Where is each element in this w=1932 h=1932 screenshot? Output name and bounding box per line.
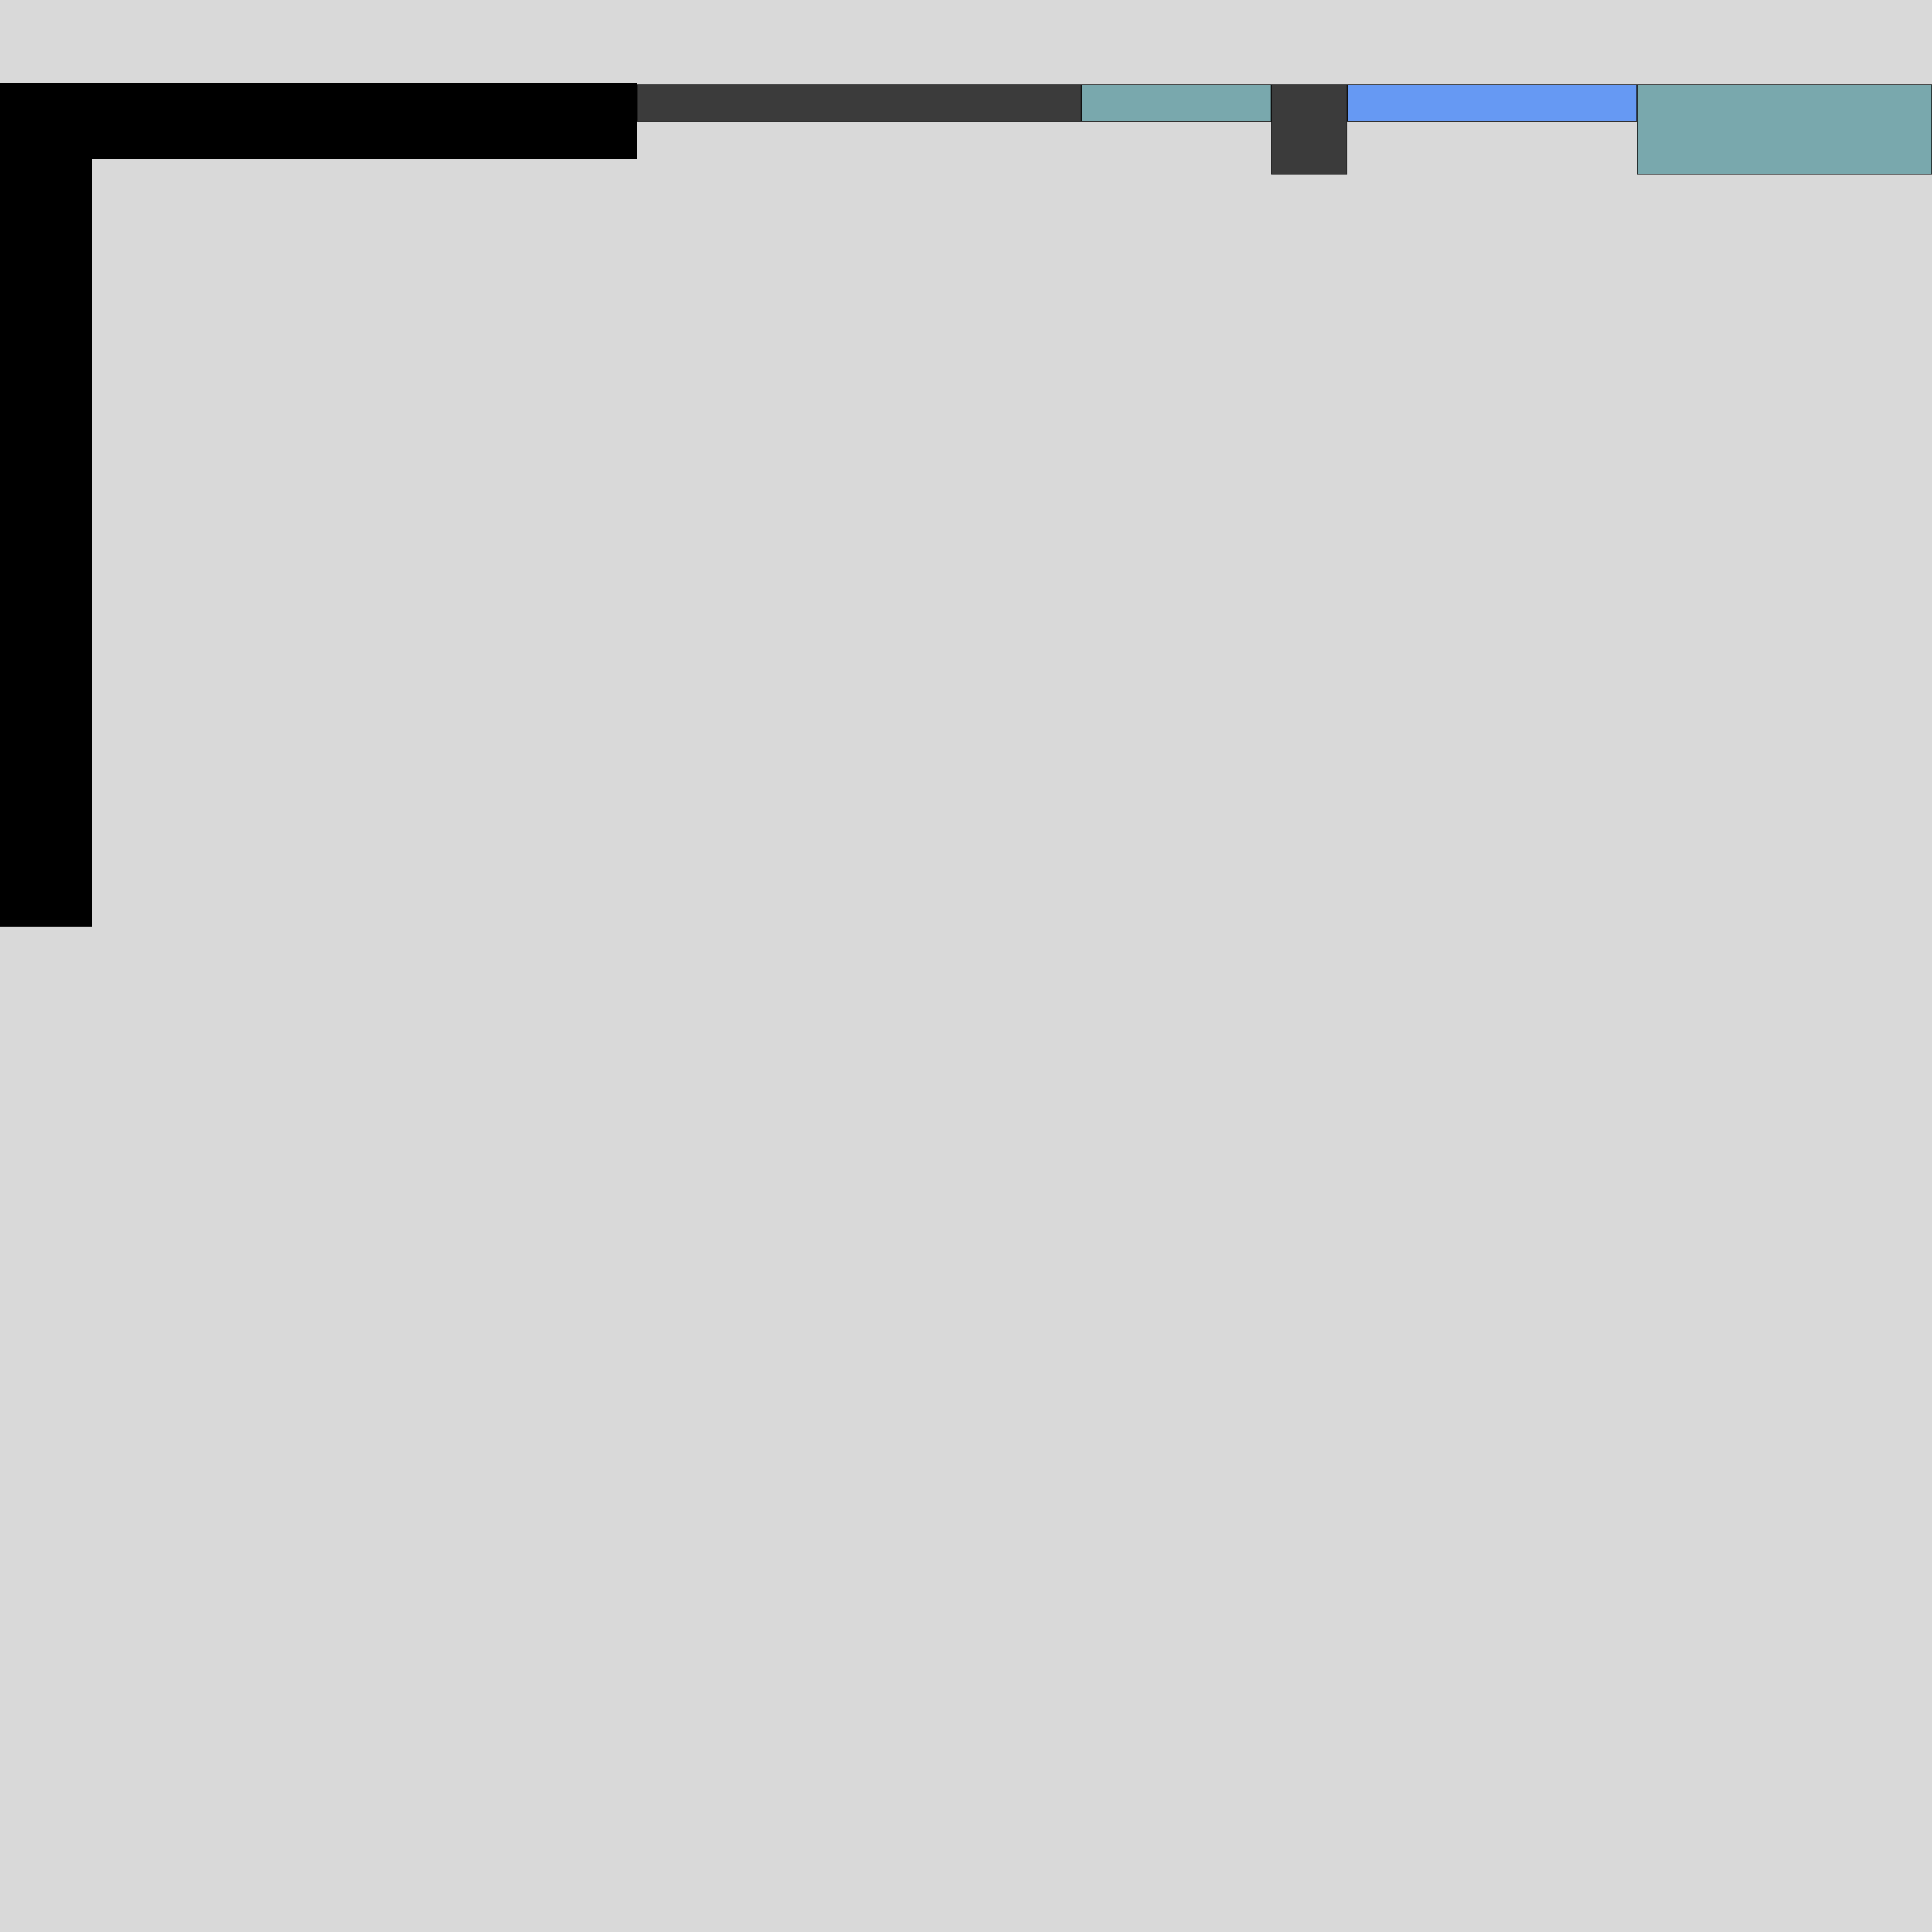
group-header-notes [1637, 84, 1932, 175]
day-header [92, 83, 637, 159]
group-header-completed [1081, 84, 1271, 122]
brand-logo [71, 3, 367, 61]
nutrition-tracker-panel [0, 930, 1932, 1932]
group-header-prescribed [637, 84, 1081, 122]
group-header-pdm [1271, 84, 1347, 175]
workout-tracker-panel [0, 0, 1932, 930]
group-header-last-week [1347, 84, 1637, 122]
spreadsheet-page [0, 0, 1932, 1932]
brand-logo-secondary [689, 935, 960, 993]
week-column-background [0, 83, 92, 927]
